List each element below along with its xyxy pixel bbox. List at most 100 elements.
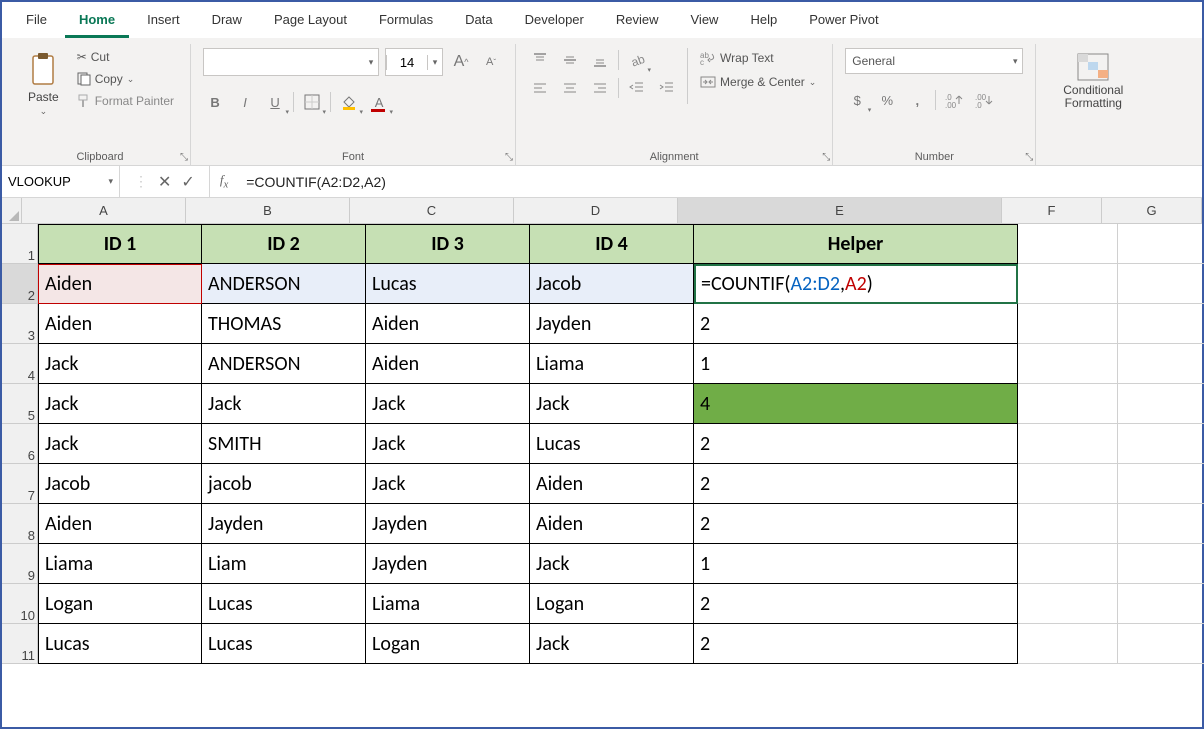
currency-button[interactable]: $ — [845, 88, 869, 112]
cell-E2[interactable]: =COUNTIF(A2:D2,A2) — [694, 264, 1018, 304]
cell-G7[interactable] — [1118, 464, 1204, 504]
cell-F6[interactable] — [1018, 424, 1118, 464]
cell-G3[interactable] — [1118, 304, 1204, 344]
align-center-icon[interactable] — [558, 76, 582, 100]
cell-E3[interactable]: 2 — [694, 304, 1018, 344]
cell-B11[interactable]: Lucas — [202, 624, 366, 664]
conditional-formatting-button[interactable]: Conditional Formatting — [1048, 48, 1138, 114]
cell-E7[interactable]: 2 — [694, 464, 1018, 504]
tab-draw[interactable]: Draw — [198, 6, 256, 38]
tab-formulas[interactable]: Formulas — [365, 6, 447, 38]
cell-E9[interactable]: 1 — [694, 544, 1018, 584]
cell-D1[interactable]: ID 4 — [530, 224, 694, 264]
percent-button[interactable]: % — [875, 88, 899, 112]
cell-B7[interactable]: jacob — [202, 464, 366, 504]
cell-F3[interactable] — [1018, 304, 1118, 344]
cell-D11[interactable]: Jack — [530, 624, 694, 664]
cell-D6[interactable]: Lucas — [530, 424, 694, 464]
decrease-decimal-icon[interactable]: .00.0 — [972, 88, 996, 112]
tab-view[interactable]: View — [677, 6, 733, 38]
font-family-select[interactable]: ▾ — [203, 48, 379, 76]
align-right-icon[interactable] — [588, 76, 612, 100]
increase-font-icon[interactable]: A^ — [449, 50, 473, 74]
row-header-11[interactable]: 11 — [2, 624, 38, 664]
align-middle-icon[interactable] — [558, 48, 582, 72]
cell-E1[interactable]: Helper — [694, 224, 1018, 264]
cell-C9[interactable]: Jayden — [366, 544, 530, 584]
cell-A3[interactable]: Aiden — [38, 304, 202, 344]
cell-D4[interactable]: Liama — [530, 344, 694, 384]
merge-center-button[interactable]: Merge & Center ⌄ — [696, 72, 820, 92]
cell-B9[interactable]: Liam — [202, 544, 366, 584]
column-header-D[interactable]: D — [514, 198, 678, 224]
name-box[interactable]: VLOOKUP ▾ — [2, 166, 120, 197]
cell-C7[interactable]: Jack — [366, 464, 530, 504]
enter-formula-icon[interactable]: ✓ — [181, 172, 194, 192]
cell-C8[interactable]: Jayden — [366, 504, 530, 544]
cell-B3[interactable]: THOMAS — [202, 304, 366, 344]
cell-F8[interactable] — [1018, 504, 1118, 544]
row-header-4[interactable]: 4 — [2, 344, 38, 384]
cell-C4[interactable]: Aiden — [366, 344, 530, 384]
tab-insert[interactable]: Insert — [133, 6, 194, 38]
increase-indent-icon[interactable] — [655, 76, 679, 100]
number-format-select[interactable]: General ▾ — [845, 48, 1023, 74]
cell-B1[interactable]: ID 2 — [202, 224, 366, 264]
cell-A5[interactable]: Jack — [38, 384, 202, 424]
font-color-button[interactable]: A — [367, 90, 391, 114]
format-painter-button[interactable]: Format Painter — [73, 92, 178, 110]
cell-C2[interactable]: Lucas — [366, 264, 530, 304]
cell-A1[interactable]: ID 1 — [38, 224, 202, 264]
cell-A8[interactable]: Aiden — [38, 504, 202, 544]
cell-A6[interactable]: Jack — [38, 424, 202, 464]
formula-input[interactable]: =COUNTIF(A2:D2,A2) — [238, 174, 1202, 190]
cell-C1[interactable]: ID 3 — [366, 224, 530, 264]
cell-F4[interactable] — [1018, 344, 1118, 384]
row-header-5[interactable]: 5 — [2, 384, 38, 424]
tab-review[interactable]: Review — [602, 6, 673, 38]
wrap-text-button[interactable]: abc Wrap Text — [696, 48, 820, 68]
cell-G4[interactable] — [1118, 344, 1204, 384]
cell-B2[interactable]: ANDERSON — [202, 264, 366, 304]
align-left-icon[interactable] — [528, 76, 552, 100]
column-header-F[interactable]: F — [1002, 198, 1102, 224]
cell-D9[interactable]: Jack — [530, 544, 694, 584]
tab-file[interactable]: File — [12, 6, 61, 38]
comma-button[interactable]: , — [905, 88, 929, 112]
cell-G2[interactable] — [1118, 264, 1204, 304]
cell-G1[interactable] — [1118, 224, 1204, 264]
cell-C10[interactable]: Liama — [366, 584, 530, 624]
cell-F1[interactable] — [1018, 224, 1118, 264]
cell-G6[interactable] — [1118, 424, 1204, 464]
dialog-launcher-icon[interactable]: ⤡ — [822, 152, 830, 163]
cell-E11[interactable]: 2 — [694, 624, 1018, 664]
font-size-select[interactable]: 14 ▾ — [385, 48, 443, 76]
cell-A11[interactable]: Lucas — [38, 624, 202, 664]
decrease-font-icon[interactable]: Aˇ — [479, 50, 503, 74]
cell-F10[interactable] — [1018, 584, 1118, 624]
copy-button[interactable]: Copy ⌄ — [73, 70, 178, 88]
dialog-launcher-icon[interactable]: ⤡ — [180, 152, 188, 163]
bold-button[interactable]: B — [203, 90, 227, 114]
cell-B4[interactable]: ANDERSON — [202, 344, 366, 384]
row-header-6[interactable]: 6 — [2, 424, 38, 464]
cell-A10[interactable]: Logan — [38, 584, 202, 624]
increase-decimal-icon[interactable]: .0.00 — [942, 88, 966, 112]
orientation-button[interactable]: ab — [625, 48, 649, 72]
fill-color-button[interactable] — [337, 90, 361, 114]
cell-D7[interactable]: Aiden — [530, 464, 694, 504]
cell-B5[interactable]: Jack — [202, 384, 366, 424]
cell-F11[interactable] — [1018, 624, 1118, 664]
cell-B6[interactable]: SMITH — [202, 424, 366, 464]
align-top-icon[interactable] — [528, 48, 552, 72]
row-header-3[interactable]: 3 — [2, 304, 38, 344]
cell-G5[interactable] — [1118, 384, 1204, 424]
cell-C5[interactable]: Jack — [366, 384, 530, 424]
cell-E5[interactable]: 4 — [694, 384, 1018, 424]
tab-page-layout[interactable]: Page Layout — [260, 6, 361, 38]
cell-C11[interactable]: Logan — [366, 624, 530, 664]
cell-D8[interactable]: Aiden — [530, 504, 694, 544]
cancel-formula-icon[interactable]: ✕ — [158, 172, 171, 192]
cell-A4[interactable]: Jack — [38, 344, 202, 384]
decrease-indent-icon[interactable] — [625, 76, 649, 100]
